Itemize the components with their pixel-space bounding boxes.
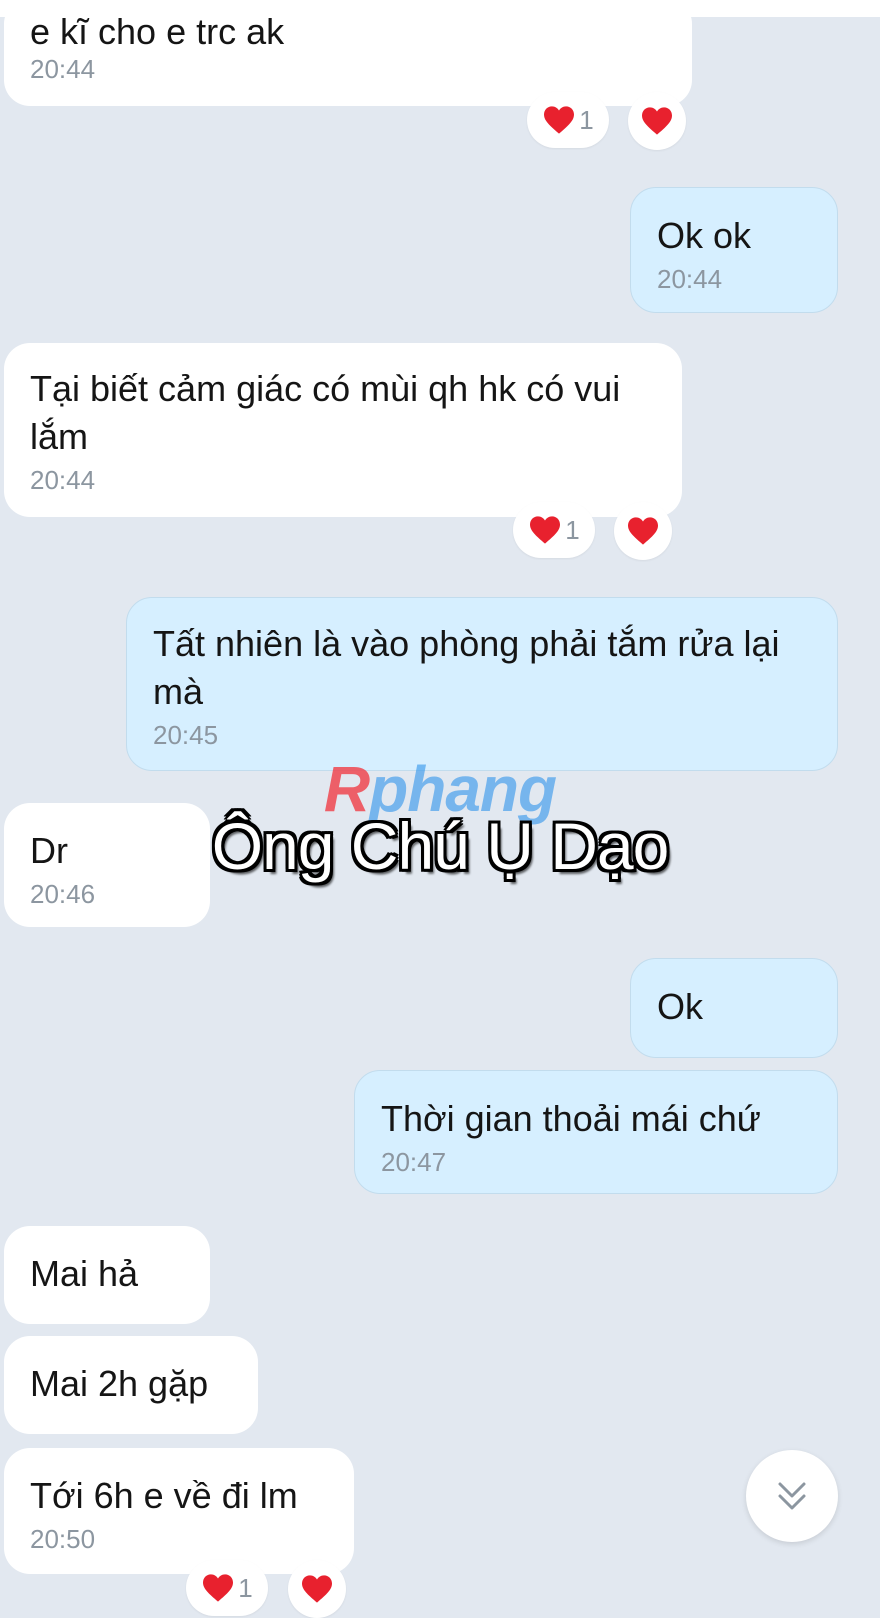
message-text: Mai hả	[30, 1253, 139, 1294]
message-incoming[interactable]: e kĩ cho e trc ak 20:44	[4, 0, 692, 106]
message-time: 20:44	[30, 465, 96, 495]
reaction-summary[interactable]: 1	[513, 502, 595, 558]
heart-icon	[642, 107, 672, 135]
heart-icon	[544, 106, 575, 134]
message-text: Mai 2h gặp	[30, 1363, 209, 1404]
message-outgoing[interactable]: Ok	[630, 958, 838, 1058]
message-text: Tại biết cảm giác có mùi qh hk có vui lắ…	[30, 368, 621, 457]
reaction-summary[interactable]: 1	[186, 1560, 268, 1616]
message-incoming[interactable]: Mai hả	[4, 1226, 210, 1324]
reaction-count: 1	[579, 104, 594, 135]
message-text: e kĩ cho e trc ak	[30, 11, 285, 52]
message-text: Ok ok	[657, 215, 752, 256]
message-incoming[interactable]: Mai 2h gặp	[4, 1336, 258, 1434]
message-time: 20:44	[657, 264, 723, 294]
message-time: 20:50	[30, 1524, 96, 1554]
watermark-title: Ông Chú Ụ Dạo	[211, 809, 670, 883]
message-outgoing[interactable]: Ok ok 20:44	[630, 187, 838, 313]
heart-icon	[530, 516, 561, 544]
scroll-to-bottom-button[interactable]	[746, 1450, 838, 1542]
message-time: 20:47	[381, 1147, 447, 1177]
message-text: Ok	[657, 986, 704, 1027]
react-button[interactable]	[614, 502, 672, 560]
reaction-count: 1	[565, 514, 580, 545]
message-text: Thời gian thoải mái chứ	[381, 1098, 761, 1139]
heart-icon	[203, 1574, 234, 1602]
message-text: Tất nhiên là vào phòng phải tắm rửa lại …	[153, 623, 780, 712]
message-outgoing[interactable]: Tất nhiên là vào phòng phải tắm rửa lại …	[126, 597, 838, 771]
message-time: 20:44	[30, 54, 96, 84]
message-text: Tới 6h e về đi lm	[30, 1475, 298, 1516]
message-incoming[interactable]: Tới 6h e về đi lm 20:50	[4, 1448, 354, 1574]
message-outgoing[interactable]: Thời gian thoải mái chứ 20:47	[354, 1070, 838, 1194]
reaction-count: 1	[238, 1572, 253, 1603]
react-button[interactable]	[628, 92, 686, 150]
heart-icon	[628, 517, 658, 545]
react-button[interactable]	[288, 1560, 346, 1618]
message-time: 20:45	[153, 720, 219, 750]
double-chevron-down-icon	[778, 1482, 806, 1510]
reaction-summary[interactable]: 1	[527, 92, 609, 148]
message-incoming[interactable]: Tại biết cảm giác có mùi qh hk có vui lắ…	[4, 343, 682, 517]
